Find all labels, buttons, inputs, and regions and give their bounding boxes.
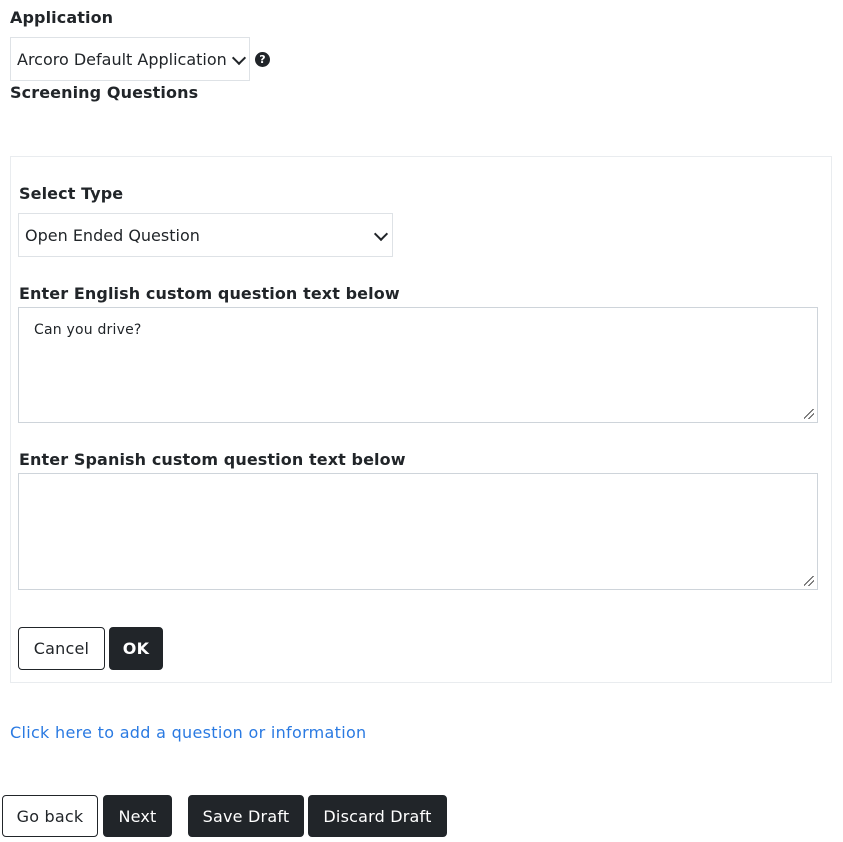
- question-type-select-value: Open Ended Question: [25, 225, 200, 245]
- application-select[interactable]: Arcoro Default Application: [10, 37, 250, 81]
- english-question-label: Enter English custom question text below: [19, 284, 400, 303]
- screening-questions-heading: Screening Questions: [10, 83, 199, 102]
- save-draft-button[interactable]: Save Draft: [188, 795, 304, 837]
- go-back-button[interactable]: Go back: [2, 795, 98, 837]
- resize-handle-icon[interactable]: [804, 576, 814, 586]
- application-select-value: Arcoro Default Application: [17, 49, 227, 69]
- spanish-question-label: Enter Spanish custom question text below: [19, 450, 406, 469]
- chevron-down-icon: [231, 50, 247, 66]
- application-label: Application: [10, 8, 114, 27]
- ok-button[interactable]: OK: [109, 627, 163, 670]
- next-button[interactable]: Next: [103, 795, 172, 837]
- discard-draft-button[interactable]: Discard Draft: [308, 795, 447, 837]
- add-question-link[interactable]: Click here to add a question or informat…: [10, 723, 367, 742]
- english-question-text: Can you drive?: [34, 322, 142, 338]
- chevron-down-icon: [373, 226, 389, 242]
- question-type-select[interactable]: Open Ended Question: [18, 213, 393, 257]
- select-type-label: Select Type: [19, 184, 124, 203]
- spanish-question-textarea[interactable]: [18, 473, 818, 590]
- cancel-button[interactable]: Cancel: [18, 627, 105, 670]
- question-circle-icon[interactable]: ?: [255, 52, 270, 67]
- resize-handle-icon[interactable]: [804, 409, 814, 419]
- english-question-textarea[interactable]: Can you drive?: [18, 307, 818, 423]
